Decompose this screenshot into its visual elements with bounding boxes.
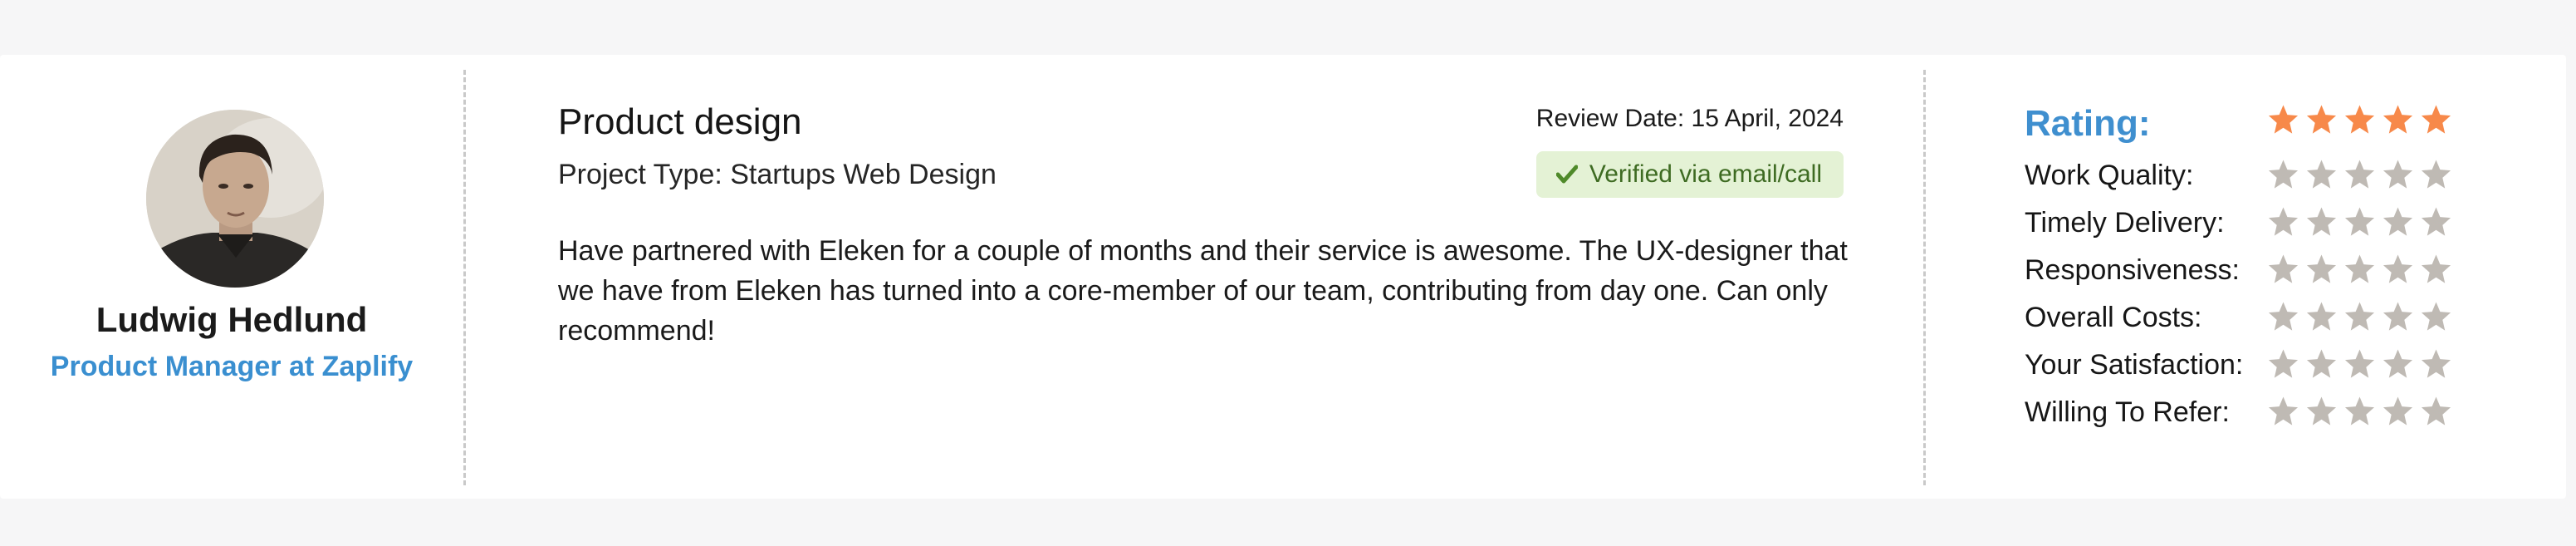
rating-stars <box>2267 253 2452 291</box>
rating-stars <box>2267 347 2452 386</box>
check-icon <box>1555 151 1579 198</box>
star-icon <box>2421 254 2451 283</box>
star-icon <box>2383 396 2413 425</box>
divider-left <box>463 70 466 485</box>
rating-row-overall-costs: Overall Costs: <box>2025 300 2490 338</box>
rating-heading: Rating: <box>2025 103 2151 144</box>
star-icon <box>2421 349 2451 378</box>
star-icon <box>2306 254 2337 283</box>
overall-rating-stars <box>2267 103 2452 141</box>
star-icon <box>2383 254 2413 283</box>
rating-stars <box>2267 205 2452 243</box>
rating-label: Willing To Refer: <box>2025 396 2230 428</box>
review-text: Have partnered with Eleken for a couple … <box>558 235 1848 347</box>
rating-row-your-satisfaction: Your Satisfaction: <box>2025 347 2490 386</box>
star-icon <box>2268 105 2299 134</box>
rating-row-work-quality: Work Quality: <box>2025 158 2490 196</box>
verified-label: Verified via email/call <box>1589 160 1822 188</box>
star-icon <box>2383 302 2413 331</box>
star-icon <box>2268 349 2299 378</box>
star-icon <box>2268 396 2299 425</box>
star-icon <box>2344 207 2375 236</box>
star-icon <box>2421 160 2451 189</box>
rating-label: Work Quality: <box>2025 160 2194 191</box>
star-icon <box>2268 160 2299 189</box>
project-type: Project Type: Startups Web Design <box>558 159 997 190</box>
review-content: Product design Project Type: Startups We… <box>515 55 1848 499</box>
star-icon <box>2383 207 2413 236</box>
reviewer-profile: Ludwig Hedlund Product Manager at Zaplif… <box>0 55 463 499</box>
rating-label: Your Satisfaction: <box>2025 349 2244 381</box>
ratings-panel: Rating: Work Quality: Timely Delivery: R… <box>1993 55 2525 499</box>
review-card: Ludwig Hedlund Product Manager at Zaplif… <box>0 55 2566 499</box>
star-icon <box>2268 254 2299 283</box>
rating-label: Responsiveness: <box>2025 254 2240 286</box>
star-icon <box>2306 396 2337 425</box>
star-icon <box>2383 160 2413 189</box>
star-icon <box>2344 160 2375 189</box>
divider-right <box>1923 70 1926 485</box>
star-icon <box>2306 160 2337 189</box>
rating-label: Timely Delivery: <box>2025 207 2225 239</box>
rating-stars <box>2267 300 2452 338</box>
star-icon <box>2421 207 2451 236</box>
star-icon <box>2421 105 2451 134</box>
star-icon <box>2383 349 2413 378</box>
avatar-portrait <box>146 110 324 288</box>
star-icon <box>2306 207 2337 236</box>
star-icon <box>2268 302 2299 331</box>
rating-stars <box>2267 395 2452 433</box>
reviewer-title[interactable]: Product Manager at Zaplify <box>0 351 463 383</box>
star-icon <box>2344 396 2375 425</box>
star-icon <box>2421 396 2451 425</box>
star-icon <box>2344 302 2375 331</box>
star-icon <box>2344 349 2375 378</box>
rating-stars <box>2267 158 2452 196</box>
star-icon <box>2344 105 2375 134</box>
star-icon <box>2383 105 2413 134</box>
rating-row-timely-delivery: Timely Delivery: <box>2025 205 2490 243</box>
rating-label: Overall Costs: <box>2025 302 2202 333</box>
rating-row-willing-to-refer: Willing To Refer: <box>2025 395 2490 433</box>
star-icon <box>2306 349 2337 378</box>
avatar <box>146 110 324 288</box>
rating-row-responsiveness: Responsiveness: <box>2025 253 2490 291</box>
star-icon <box>2344 254 2375 283</box>
review-date: Review Date: 15 April, 2024 <box>1535 105 1844 132</box>
verified-badge: Verified via email/call <box>1535 151 1844 198</box>
star-icon <box>2268 207 2299 236</box>
star-icon <box>2306 105 2337 134</box>
review-title: Product design <box>558 101 802 142</box>
star-icon <box>2306 302 2337 331</box>
reviewer-name: Ludwig Hedlund <box>95 300 368 339</box>
star-icon <box>2421 302 2451 331</box>
